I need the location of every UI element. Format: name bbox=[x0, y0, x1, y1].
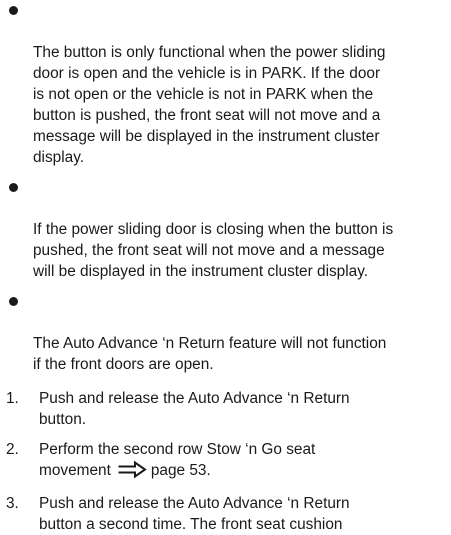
bullet-text: If the power sliding door is closing whe… bbox=[33, 221, 394, 280]
bullet-dot-icon bbox=[9, 297, 18, 306]
bullet-item: If the power sliding door is closing whe… bbox=[6, 177, 451, 282]
bullet-text: The Auto Advance ‘n Return feature will … bbox=[33, 335, 387, 373]
bullet-dot-icon bbox=[9, 6, 18, 15]
bullet-text: The button is only functional when the p… bbox=[33, 44, 386, 166]
manual-page: The button is only functional when the p… bbox=[0, 0, 451, 533]
step-text: Push and release the Auto Advance ‘n Ret… bbox=[39, 390, 350, 428]
step-item: 2. Perform the second row Stow ‘n Go sea… bbox=[6, 439, 451, 484]
step-number: 2. bbox=[6, 441, 19, 458]
note-bullet-list: The button is only functional when the p… bbox=[6, 0, 451, 375]
page-reference-link[interactable]: page 53. bbox=[151, 462, 211, 479]
bullet-item: The Auto Advance ‘n Return feature will … bbox=[6, 291, 451, 375]
bullet-item: The button is only functional when the p… bbox=[6, 0, 451, 168]
page-reference-arrow-icon bbox=[117, 460, 147, 484]
step-text: Push and release the Auto Advance ‘n Ret… bbox=[39, 495, 350, 533]
step-number: 3. bbox=[6, 495, 19, 512]
bullet-dot-icon bbox=[9, 183, 18, 192]
procedure-steps: 1. Push and release the Auto Advance ‘n … bbox=[6, 388, 451, 535]
step-item: 1. Push and release the Auto Advance ‘n … bbox=[6, 388, 451, 430]
step-item: 3. Push and release the Auto Advance ‘n … bbox=[6, 493, 451, 535]
step-number: 1. bbox=[6, 390, 19, 407]
